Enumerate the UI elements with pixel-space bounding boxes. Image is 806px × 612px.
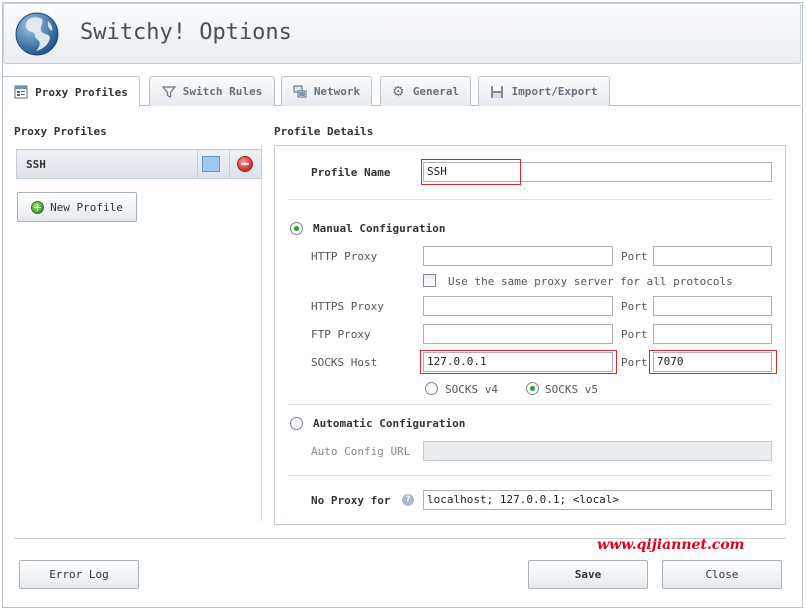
socks-v4-label: SOCKS v4 [445, 383, 498, 396]
delete-profile-icon[interactable] [237, 156, 253, 172]
ftp-port-input[interactable] [653, 324, 772, 344]
highlight-box [420, 350, 617, 374]
divider [197, 150, 198, 178]
auto-config-url-label: Auto Config URL [311, 445, 411, 458]
ftp-proxy-input[interactable] [423, 324, 613, 344]
header-bar: Switchy! Options [3, 3, 801, 64]
globe-icon [15, 12, 59, 56]
tab-label: Import/Export [511, 85, 598, 98]
tab-network[interactable]: Network [281, 76, 372, 106]
close-button[interactable]: Close [662, 560, 782, 589]
help-icon[interactable]: ? [402, 494, 414, 506]
profile-list: SSH New Profile [14, 146, 262, 521]
proxy-profiles-icon [14, 85, 28, 99]
ftp-port-label: Port [621, 328, 648, 341]
http-proxy-label: HTTP Proxy [311, 250, 378, 263]
network-icon [293, 85, 307, 97]
tab-label: Proxy Profiles [35, 85, 128, 99]
https-port-label: Port [621, 300, 648, 313]
profile-name-label: Profile Name [311, 166, 391, 179]
http-proxy-input[interactable] [423, 246, 613, 266]
same-proxy-label: Use the same proxy server for all protoc… [448, 275, 733, 288]
save-button[interactable]: Save [528, 560, 648, 589]
watermark: www.qijiannet.com [597, 537, 745, 553]
tab-label: General [412, 85, 460, 98]
tab-label: Switch Rules [182, 85, 263, 98]
filter-icon [161, 85, 176, 98]
socks-v4-radio[interactable] [425, 382, 438, 395]
new-profile-button[interactable]: New Profile [17, 192, 137, 222]
socks-port-label: Port [621, 356, 648, 369]
tab-switch-rules[interactable]: Switch Rules [149, 76, 275, 106]
profile-details-heading: Profile Details [274, 125, 374, 138]
divider [288, 475, 772, 476]
socks-host-label: SOCKS Host [311, 356, 378, 369]
profile-item-ssh[interactable]: SSH [16, 149, 262, 179]
add-icon [31, 200, 45, 214]
https-proxy-label: HTTPS Proxy [311, 300, 384, 313]
tab-proxy-profiles[interactable]: Proxy Profiles [2, 76, 140, 107]
socks-v5-label: SOCKS v5 [545, 383, 598, 396]
app-title: Switchy! Options [80, 20, 292, 45]
socks-v5-radio[interactable] [526, 382, 539, 395]
http-port-input[interactable] [653, 246, 772, 266]
tab-import-export[interactable]: Import/Export [478, 76, 610, 106]
manual-config-radio[interactable] [290, 222, 303, 235]
highlight-box [649, 350, 777, 374]
auto-config-radio[interactable] [290, 417, 303, 430]
auto-config-url-input[interactable] [423, 441, 772, 461]
highlight-box [421, 159, 521, 185]
ftp-proxy-label: FTP Proxy [311, 328, 371, 341]
http-port-label: Port [621, 250, 648, 263]
https-port-input[interactable] [653, 296, 772, 316]
divider [288, 199, 772, 200]
manual-config-label: Manual Configuration [313, 222, 446, 235]
no-proxy-label: No Proxy for [311, 494, 391, 507]
profile-item-label: SSH [26, 158, 46, 171]
new-profile-label: New Profile [50, 200, 123, 214]
tab-general[interactable]: ⚙ General [380, 76, 471, 106]
gear-icon: ⚙ [391, 83, 405, 100]
divider [229, 150, 230, 178]
https-proxy-input[interactable] [423, 296, 613, 316]
profile-details-panel: Profile Name SSH Manual Configuration HT… [274, 145, 786, 525]
error-log-button[interactable]: Error Log [19, 560, 139, 589]
no-proxy-input[interactable]: localhost; 127.0.0.1; <local> [423, 490, 772, 510]
auto-config-label: Automatic Configuration [313, 417, 466, 430]
same-proxy-checkbox[interactable] [423, 274, 436, 287]
proxy-profiles-heading: Proxy Profiles [14, 125, 107, 138]
floppy-disk-icon [491, 85, 504, 98]
tab-bar: Proxy Profiles Switch Rules Network ⚙ Ge… [2, 76, 801, 107]
tab-label: Network [313, 85, 361, 98]
profile-color-swatch[interactable] [202, 156, 220, 172]
divider [288, 404, 772, 405]
